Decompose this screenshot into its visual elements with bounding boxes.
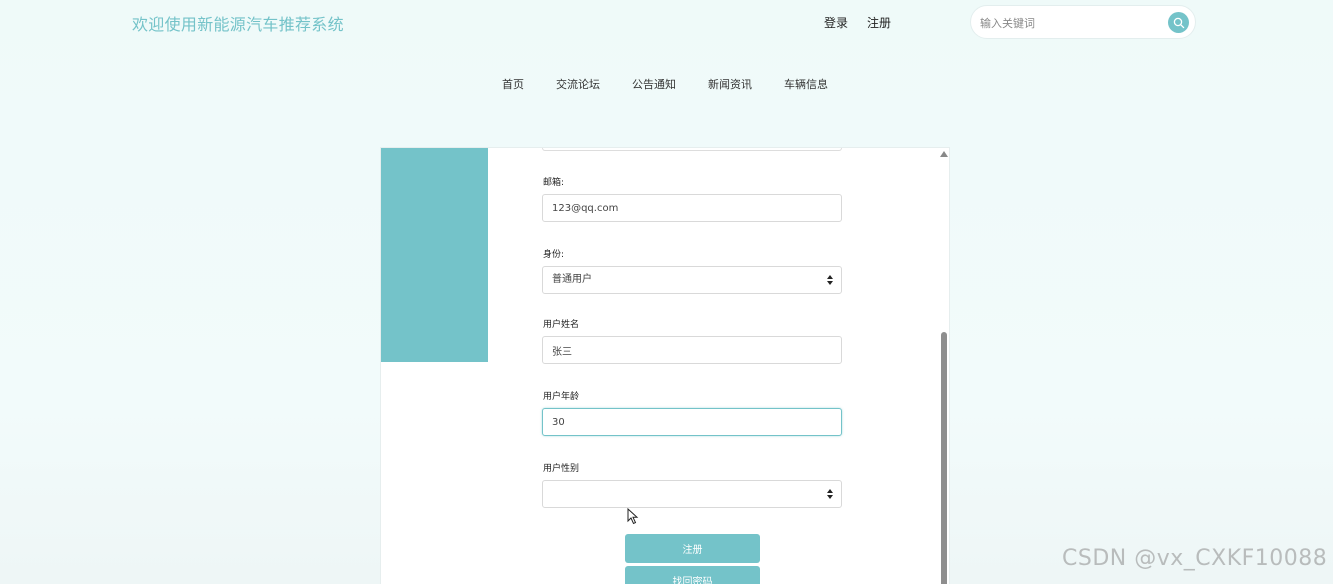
register-link[interactable]: 注册	[867, 14, 891, 31]
nav-item-home[interactable]: 首页	[502, 76, 524, 92]
register-card: 邮箱: 身份: 普通用户 用户姓名 用户年龄 用户性别 注册 找回密码	[380, 147, 950, 584]
role-select[interactable]: 普通用户	[542, 266, 842, 294]
main-nav: 首页 交流论坛 公告通知 新闻资讯 车辆信息	[502, 76, 828, 92]
register-button[interactable]: 注册	[625, 534, 760, 563]
name-label: 用户姓名	[543, 320, 580, 330]
nav-item-announcements[interactable]: 公告通知	[632, 76, 676, 92]
age-field[interactable]	[542, 408, 842, 436]
auth-links: 登录 注册	[824, 14, 891, 31]
select-arrows-icon	[827, 275, 833, 285]
email-field[interactable]	[542, 194, 842, 222]
watermark: CSDN @vx_CXKF10088	[1062, 546, 1328, 571]
nav-item-news[interactable]: 新闻资讯	[708, 76, 752, 92]
search-box	[970, 5, 1196, 39]
search-icon	[1173, 17, 1184, 28]
scroll-up-arrow-icon[interactable]	[940, 151, 948, 157]
select-arrows-icon	[827, 489, 833, 499]
mouse-cursor-icon	[627, 508, 639, 525]
search-input[interactable]	[980, 14, 1160, 32]
search-button[interactable]	[1168, 12, 1189, 33]
nav-item-forum[interactable]: 交流论坛	[556, 76, 600, 92]
site-title: 欢迎使用新能源汽车推荐系统	[132, 15, 344, 34]
email-label: 邮箱:	[543, 178, 565, 188]
role-select-value: 普通用户	[552, 274, 592, 285]
scrollbar-thumb[interactable]	[941, 332, 947, 584]
login-link[interactable]: 登录	[824, 14, 848, 31]
gender-select[interactable]	[542, 480, 842, 508]
decorative-side-panel	[381, 148, 488, 362]
name-field[interactable]	[542, 336, 842, 364]
nav-item-vehicles[interactable]: 车辆信息	[784, 76, 828, 92]
age-label: 用户年龄	[543, 392, 580, 402]
role-label: 身份:	[543, 250, 565, 260]
recover-password-button[interactable]: 找回密码	[625, 566, 760, 584]
previous-field[interactable]	[542, 148, 842, 151]
gender-label: 用户性别	[543, 464, 580, 474]
